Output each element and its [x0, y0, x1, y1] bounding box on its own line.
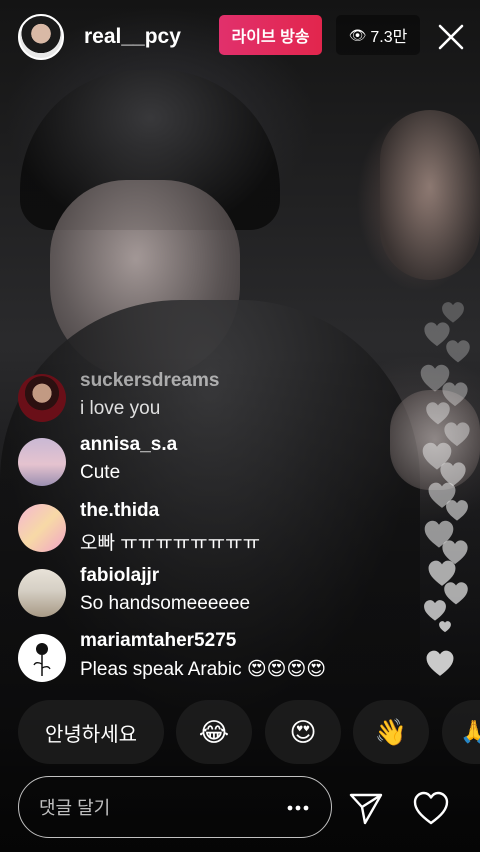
comment-text: Cute — [80, 462, 121, 483]
live-badge: 라이브 방송 — [219, 15, 322, 55]
quick-reply-wave[interactable]: 👋 — [353, 700, 429, 764]
rose-icon — [33, 643, 51, 676]
comment-username[interactable]: the.thida — [80, 500, 159, 522]
pray-emoji-icon: 🙏 — [460, 719, 480, 744]
comment-username[interactable]: suckersdreams — [80, 370, 219, 392]
quick-reply-label: 안녕하세요 — [45, 723, 137, 746]
quick-reply-greeting[interactable]: 안녕하세요 — [18, 700, 164, 764]
commenter-avatar[interactable] — [18, 374, 66, 422]
heart-eyes-emoji-icon: 😍 — [289, 716, 317, 747]
wave-emoji-icon: 👋 — [374, 716, 408, 747]
floating-heart-icon — [424, 600, 446, 621]
more-icon[interactable] — [285, 799, 311, 817]
commenter-avatar[interactable] — [18, 569, 66, 617]
heart-icon[interactable] — [412, 790, 450, 826]
commenter-avatar[interactable] — [18, 504, 66, 552]
viewer-count-badge[interactable]: 👁 7.3만 — [336, 15, 420, 55]
eye-icon: 👁 — [348, 26, 367, 43]
commenter-avatar[interactable] — [18, 634, 66, 682]
host-avatar[interactable] — [18, 14, 64, 60]
floating-hearts — [410, 280, 480, 690]
laughing-emoji-icon: 😂 — [198, 716, 230, 747]
host-username[interactable]: real__pcy — [84, 25, 181, 49]
comment-composer[interactable] — [18, 776, 332, 839]
close-icon[interactable] — [436, 22, 466, 52]
comment-text: So handsomeeeeee — [80, 593, 251, 614]
send-icon[interactable] — [348, 790, 384, 826]
comment-text: i love you — [80, 398, 161, 419]
viewer-count: 7.3만 — [370, 29, 408, 46]
commenter-avatar[interactable] — [18, 438, 66, 486]
live-header: real__pcy 라이브 방송 👁 7.3만 — [0, 0, 480, 74]
floating-heart-icon — [439, 621, 451, 633]
video-face-secondary — [380, 110, 480, 280]
comment-text: 오빠 ㅠㅠㅠㅠㅠㅠㅠㅠ — [80, 533, 261, 554]
comment-username[interactable]: annisa_s.a — [80, 434, 177, 456]
comment-username[interactable]: mariamtaher5275 — [80, 630, 236, 652]
comment-input[interactable] — [37, 777, 281, 839]
comment-username[interactable]: fabiolajjr — [80, 565, 159, 587]
comment-text: Pleas speak Arabic 😍😍😍😍 — [80, 659, 327, 680]
floating-heart-icon — [446, 340, 470, 363]
quick-reply-laugh[interactable]: 😂 — [176, 700, 252, 764]
quick-reply-heart-eyes[interactable]: 😍 — [265, 700, 341, 764]
floating-heart-icon — [426, 650, 454, 676]
